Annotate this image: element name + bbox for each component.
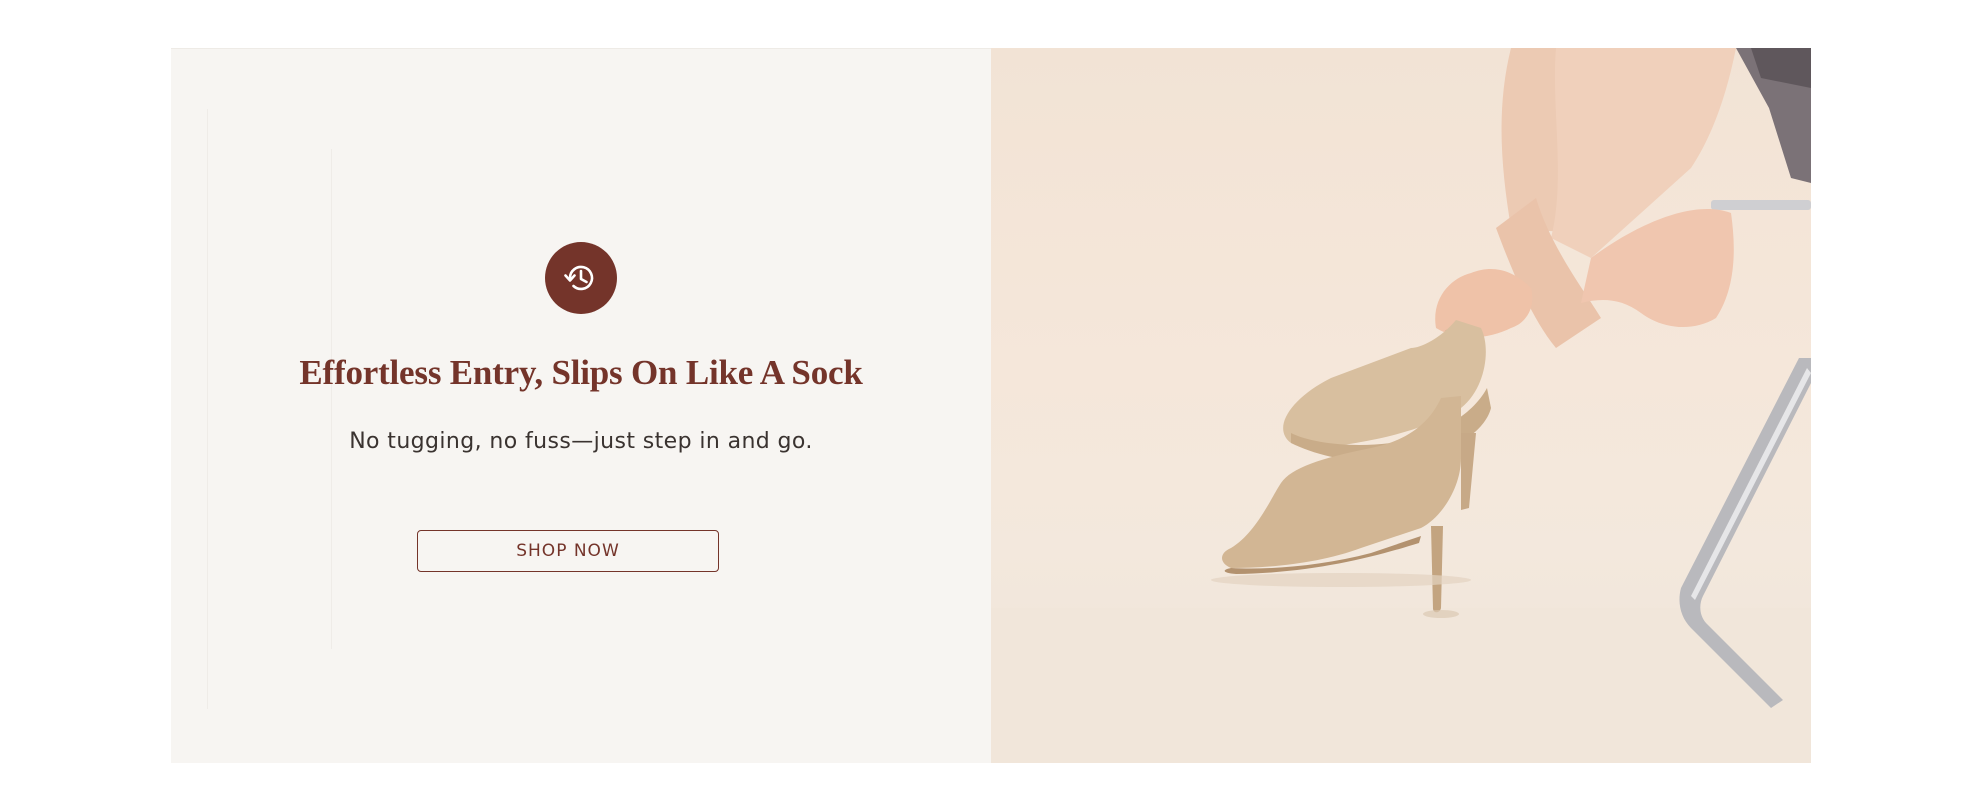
background-texture [331, 149, 332, 649]
feature-headline: Effortless Entry, Slips On Like A Sock [299, 353, 863, 392]
product-lifestyle-photo [991, 48, 1811, 763]
feature-subline: No tugging, no fuss—just step in and go. [349, 429, 813, 454]
feature-banner: Effortless Entry, Slips On Like A Sock N… [171, 48, 1811, 763]
history-clock-icon [545, 242, 617, 314]
page: Effortless Entry, Slips On Like A Sock N… [0, 0, 1980, 811]
shop-now-button[interactable]: SHOP NOW [417, 530, 719, 572]
background-texture [207, 109, 208, 709]
feature-text-panel: Effortless Entry, Slips On Like A Sock N… [171, 48, 991, 763]
